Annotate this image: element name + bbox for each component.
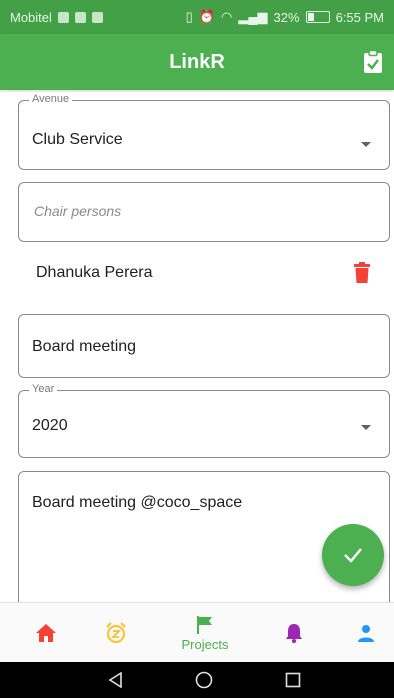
project-form: Avenue Club Service Dhanuka Perera Board… [0,90,394,602]
person-icon [358,625,374,642]
description-value: Board meeting @coco_space [32,494,243,511]
nav-projects-label: Projects [181,636,229,652]
home-icon [36,624,56,642]
carrier-name: Mobitel [10,9,52,25]
app-title: LinkR [169,50,225,73]
notification-icon [74,11,86,23]
chair-persons-input[interactable] [32,202,376,220]
year-dropdown[interactable]: Year 2020 [18,383,390,458]
avenue-value: Club Service [32,131,123,148]
signal-icon: ▂▄▆ [238,9,268,24]
nav-profile[interactable] [336,603,394,663]
recent-apps-icon[interactable] [285,672,301,688]
year-value: 2020 [32,417,68,434]
avenue-label: Avenue [29,93,73,105]
delete-icon[interactable] [353,262,371,284]
flag-icon [197,615,212,634]
save-fab[interactable] [322,524,384,586]
project-title-field[interactable]: Board meeting [18,314,390,378]
notification-icon [91,11,103,23]
alarm-icon [106,622,126,643]
clipboard-check-icon[interactable] [362,50,384,74]
vibrate-icon: ▯ [185,9,193,24]
status-bar: Mobitel ▯ ⏰ ◠ ▂▄▆ 32% 6:55 PM [0,0,394,34]
nav-home[interactable] [16,603,76,663]
project-title-value: Board meeting [32,338,137,355]
battery-percent: 32% [273,9,300,25]
notification-icon [57,11,69,23]
year-label: Year [29,383,58,395]
chair-person-name: Dhanuka Perera [36,264,153,281]
bell-icon [286,624,302,643]
check-icon [344,548,362,563]
clock: 6:55 PM [335,9,384,25]
wifi-icon: ◠ [220,9,233,24]
nav-projects[interactable]: Projects [175,603,235,663]
battery-icon [305,11,330,23]
alarm-status-icon: ⏰ [198,9,215,24]
bottom-navigation: Projects [0,602,394,663]
back-icon[interactable] [108,672,124,688]
dropdown-arrow-icon [361,142,371,147]
system-navigation-bar [0,662,394,698]
nav-notifications[interactable] [264,603,324,663]
dropdown-arrow-icon [361,425,371,430]
nav-alarm[interactable] [86,603,146,663]
chair-persons-field[interactable] [18,182,390,242]
app-bar: LinkR [0,34,394,90]
home-button-icon[interactable] [195,671,213,689]
avenue-dropdown[interactable]: Avenue Club Service [18,93,390,170]
